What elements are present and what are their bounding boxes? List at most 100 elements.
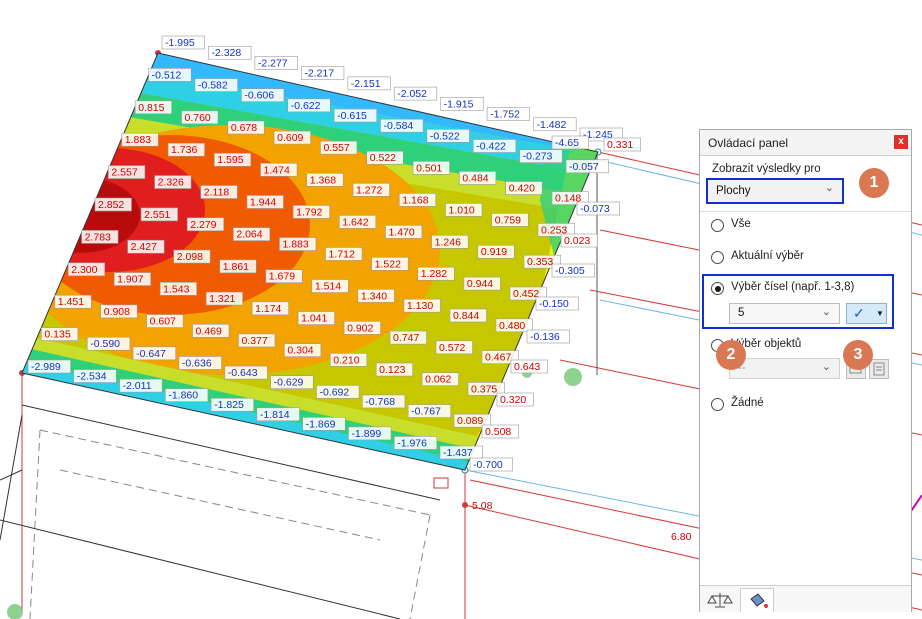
svg-text:-0.582: -0.582	[198, 80, 228, 92]
result-label: -0.150	[535, 296, 579, 311]
svg-text:2.326: 2.326	[158, 177, 184, 189]
close-button[interactable]: x	[894, 135, 908, 149]
result-label: -1.869	[302, 417, 346, 431]
show-results-label: Zobrazit výsledky pro	[712, 163, 821, 175]
svg-text:2.852: 2.852	[98, 199, 124, 211]
svg-text:-2.328: -2.328	[211, 47, 241, 59]
result-label: -0.057	[565, 159, 609, 174]
result-label: 1.522	[371, 257, 409, 271]
result-label: -0.073	[576, 201, 620, 216]
result-label: -0.305	[551, 263, 595, 278]
svg-text:-0.584: -0.584	[383, 120, 413, 132]
svg-text:-2.052: -2.052	[397, 88, 427, 100]
result-label: -0.622	[287, 98, 331, 113]
result-label: -2.151	[347, 76, 391, 91]
member-result-label: 5.08	[472, 500, 493, 512]
result-label: 1.514	[311, 279, 349, 293]
svg-text:0.522: 0.522	[370, 152, 396, 164]
panel-title: Ovládací panel	[708, 136, 789, 150]
svg-text:-4.65: -4.65	[555, 137, 579, 149]
svg-text:0.304: 0.304	[287, 345, 313, 357]
svg-text:-1.899: -1.899	[351, 428, 381, 440]
svg-text:0.908: 0.908	[104, 306, 130, 318]
callout-badge-2: 2	[716, 340, 746, 370]
result-label: -2.989	[27, 359, 71, 374]
result-label: 0.123	[375, 362, 413, 377]
result-label: -0.767	[407, 404, 452, 418]
svg-text:1.543: 1.543	[163, 283, 189, 295]
result-label: -0.582	[194, 78, 238, 92]
result-label: 0.062	[421, 372, 459, 387]
result-label: 1.861	[219, 259, 257, 274]
result-label: -1.482	[533, 117, 577, 132]
svg-text:1.246: 1.246	[435, 236, 461, 248]
result-label: 1.321	[205, 291, 243, 306]
radio-button[interactable]	[711, 398, 724, 411]
radio-button[interactable]	[711, 219, 724, 232]
result-label: 2.557	[108, 165, 146, 179]
chevron-down-icon: ⌄	[821, 361, 831, 373]
result-label: 1.272	[352, 183, 390, 197]
svg-text:-0.136: -0.136	[530, 331, 560, 343]
tab-scale[interactable]	[703, 588, 737, 612]
result-label: 0.944	[463, 276, 501, 291]
radio-button-selected[interactable]	[711, 282, 724, 295]
tab-display[interactable]	[740, 588, 774, 612]
svg-text:-0.692: -0.692	[319, 386, 349, 398]
result-label: 0.643	[510, 359, 548, 374]
apply-button[interactable]: ✓ ▼	[846, 303, 887, 324]
svg-text:0.375: 0.375	[471, 383, 497, 395]
svg-text:-0.522: -0.522	[430, 130, 460, 142]
svg-text:1.712: 1.712	[329, 248, 355, 260]
svg-text:-0.512: -0.512	[152, 69, 182, 81]
svg-text:-0.305: -0.305	[555, 265, 585, 277]
result-label: 2.279	[186, 217, 225, 232]
result-label: 0.135	[41, 327, 79, 341]
result-label: 1.883	[121, 132, 159, 147]
result-label: -0.522	[426, 129, 470, 143]
svg-text:-0.150: -0.150	[539, 298, 569, 310]
result-label: -0.512	[148, 68, 192, 82]
svg-text:0.607: 0.607	[150, 316, 176, 328]
svg-text:0.609: 0.609	[277, 132, 303, 144]
svg-text:0.747: 0.747	[393, 332, 419, 344]
svg-text:0.467: 0.467	[485, 352, 511, 364]
result-label: 1.883	[279, 237, 317, 251]
svg-text:1.282: 1.282	[421, 268, 447, 280]
object-list-button[interactable]	[869, 359, 889, 379]
svg-text:-0.615: -0.615	[337, 110, 367, 122]
svg-text:1.642: 1.642	[342, 216, 368, 228]
show-results-dropdown[interactable]: Plochy ⌄	[706, 178, 844, 204]
result-label: 0.469	[192, 323, 230, 338]
result-label: -0.768	[362, 394, 406, 409]
svg-text:0.135: 0.135	[44, 329, 70, 341]
radio-button[interactable]	[711, 251, 724, 264]
svg-text:1.168: 1.168	[402, 194, 428, 206]
radio-label: Aktuální výběr	[731, 250, 804, 262]
result-label: 0.678	[227, 120, 265, 135]
number-selection-input[interactable]: 5 ⌄	[729, 303, 840, 324]
svg-text:0.815: 0.815	[138, 102, 164, 114]
result-label: 1.543	[159, 282, 197, 296]
result-label: 1.474	[260, 162, 298, 177]
result-label: 2.300	[67, 262, 105, 277]
result-label: 1.679	[265, 269, 303, 283]
svg-text:1.907: 1.907	[117, 274, 143, 286]
svg-text:-0.768: -0.768	[365, 396, 395, 408]
svg-text:-0.590: -0.590	[90, 338, 120, 350]
svg-text:0.480: 0.480	[499, 320, 525, 332]
panel-title-bar[interactable]: Ovládací panel x	[700, 130, 911, 156]
svg-text:1.174: 1.174	[255, 303, 281, 315]
svg-text:-0.643: -0.643	[228, 367, 258, 379]
result-label: -0.273	[519, 149, 563, 163]
result-label: -1.752	[486, 107, 531, 121]
svg-text:0.572: 0.572	[439, 342, 465, 354]
result-label: 2.064	[233, 227, 271, 241]
number-selection-value: 5	[738, 307, 745, 319]
result-label: 1.712	[325, 247, 363, 261]
result-label: -0.136	[526, 329, 570, 344]
object-selection-dropdown[interactable]: -- ⌄	[729, 358, 840, 379]
svg-text:-0.057: -0.057	[569, 161, 599, 173]
svg-text:-0.647: -0.647	[136, 348, 166, 360]
svg-text:1.736: 1.736	[171, 144, 197, 156]
